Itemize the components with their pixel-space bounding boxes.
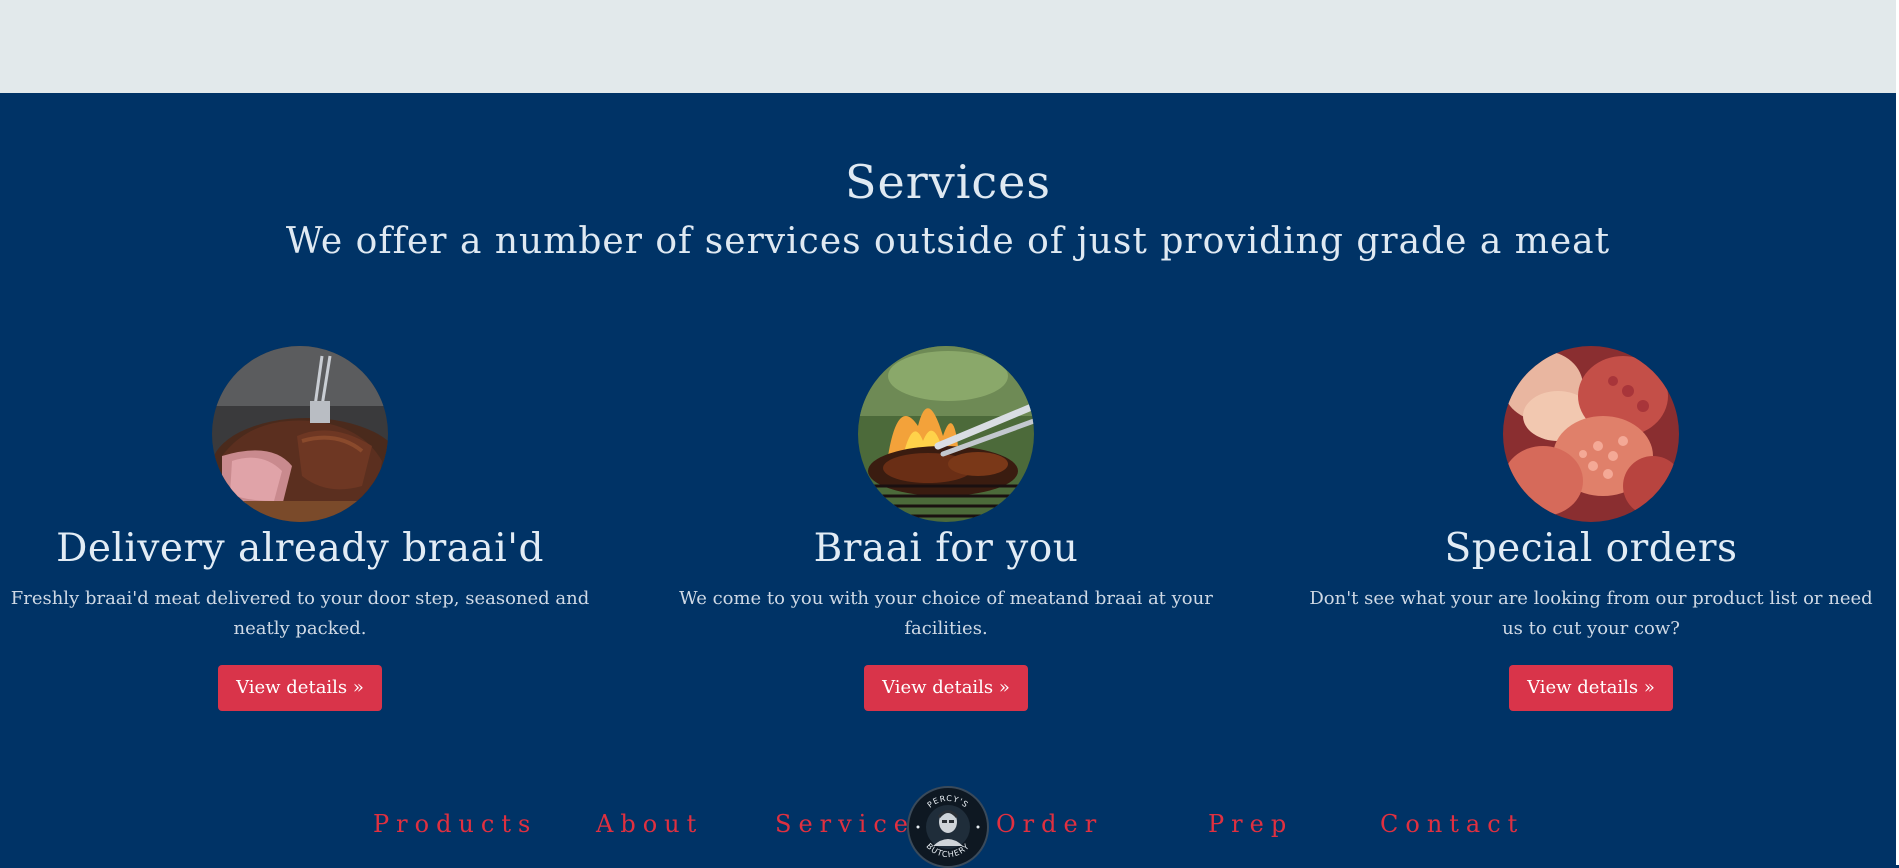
view-details-button[interactable]: View details » — [864, 665, 1028, 711]
butchery-logo-icon[interactable]: PERCY'S BUTCHERY — [907, 786, 989, 868]
service-heading: Delivery already braai'd — [56, 526, 544, 571]
view-details-button[interactable]: View details » — [1509, 665, 1673, 711]
service-card-special-orders: Special orders Don't see what your are l… — [1291, 346, 1891, 711]
service-card-delivery: Delivery already braai'd Freshly braai'd… — [0, 346, 600, 711]
service-description: Don't see what your are looking from our… — [1309, 588, 1873, 639]
service-description: We come to you with your choice of meata… — [679, 588, 1213, 639]
nav-item-prep[interactable]: Prep — [1208, 810, 1293, 838]
view-details-button[interactable]: View details » — [218, 665, 382, 711]
services-section: Services We offer a number of services o… — [0, 93, 1896, 865]
nav-item-contact[interactable]: Contact — [1380, 810, 1524, 838]
services-subtitle: We offer a number of services outside of… — [285, 221, 1611, 262]
service-card-braai: Braai for you We come to you with your c… — [646, 346, 1246, 711]
services-title: Services — [844, 155, 1051, 209]
grill-photo-icon — [858, 346, 1034, 522]
steak-photo-icon — [212, 346, 388, 522]
nav-item-about[interactable]: About — [596, 810, 703, 838]
nav-item-products[interactable]: Products — [373, 810, 537, 838]
top-band — [0, 0, 1896, 93]
service-description: Freshly braai'd meat delivered to your d… — [10, 588, 590, 639]
service-heading: Special orders — [1444, 526, 1738, 571]
service-heading: Braai for you — [813, 526, 1079, 571]
nav-item-order[interactable]: Order — [996, 810, 1103, 838]
offal-photo-icon — [1503, 346, 1679, 522]
